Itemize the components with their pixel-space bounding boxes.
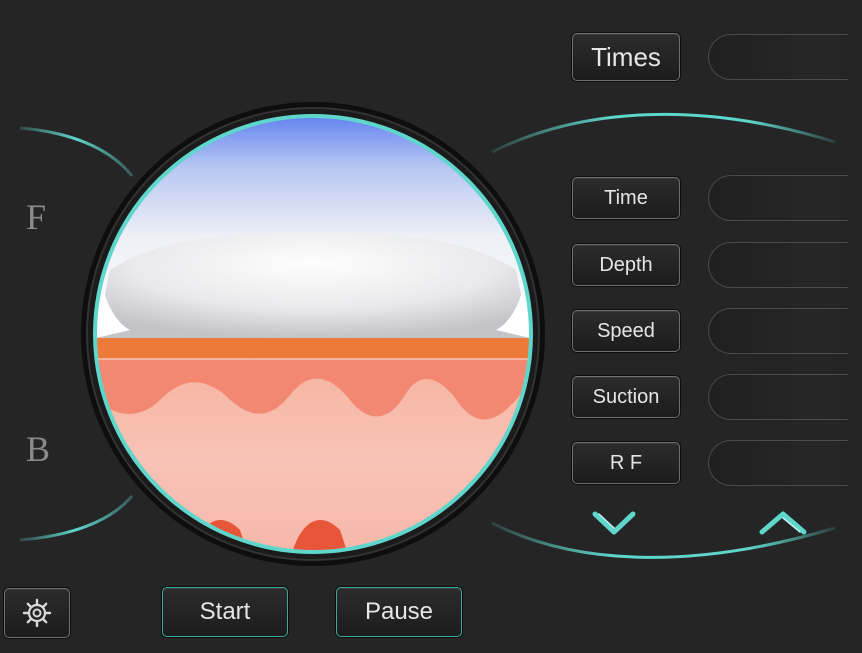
time-value-field[interactable]: [708, 175, 848, 221]
settings-button[interactable]: [4, 588, 70, 638]
gear-icon: [22, 598, 52, 628]
rf-button[interactable]: R F: [572, 442, 680, 484]
times-value-field[interactable]: [708, 34, 848, 80]
depth-value-field[interactable]: [708, 242, 848, 288]
start-button[interactable]: Start: [162, 587, 288, 637]
time-button[interactable]: Time: [572, 177, 680, 219]
rf-value-field[interactable]: [708, 440, 848, 486]
chevron-up-icon[interactable]: [758, 508, 808, 538]
speed-value-field[interactable]: [708, 308, 848, 354]
chevron-down-icon[interactable]: [591, 508, 637, 538]
suction-button[interactable]: Suction: [572, 376, 680, 418]
speed-button[interactable]: Speed: [572, 310, 680, 352]
pause-button[interactable]: Pause: [336, 587, 462, 637]
front-side-label[interactable]: F: [26, 196, 46, 238]
device-screen: F B Times Time Depth Speed Suction R F S…: [0, 0, 862, 653]
times-button[interactable]: Times: [572, 33, 680, 81]
suction-value-field[interactable]: [708, 374, 848, 420]
depth-button[interactable]: Depth: [572, 244, 680, 286]
back-side-label[interactable]: B: [26, 428, 50, 470]
